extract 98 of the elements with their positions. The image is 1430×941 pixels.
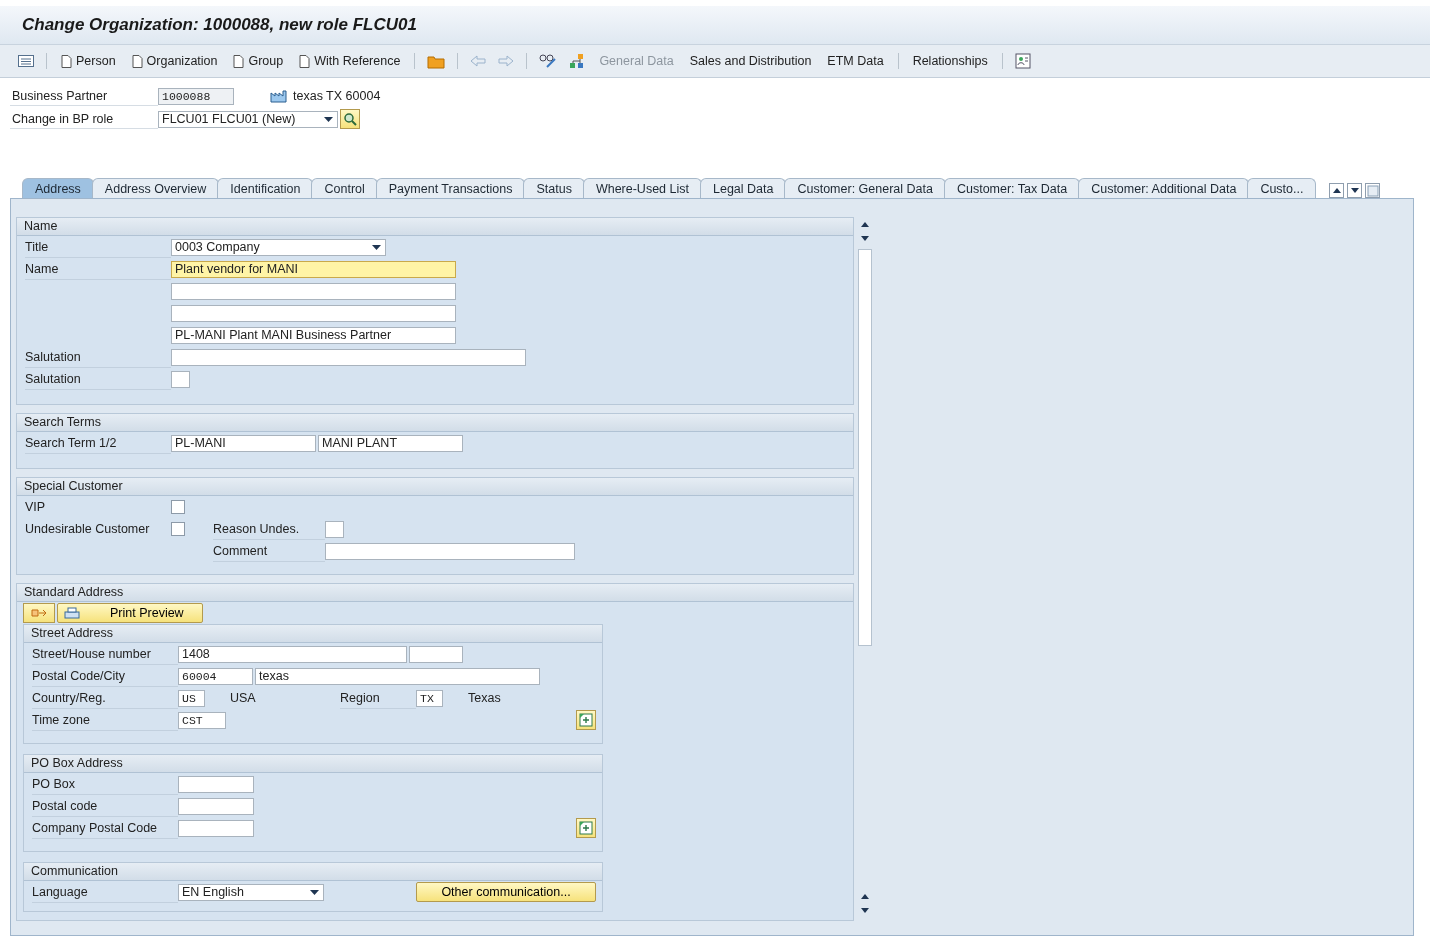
language-dropdown[interactable]: EN English	[178, 883, 324, 901]
up-triangle-icon	[861, 893, 869, 899]
field-label: Undesirable Customer	[25, 522, 151, 536]
input-field[interactable]	[171, 304, 456, 322]
group-title: Street Address	[24, 625, 602, 643]
expand-button[interactable]	[576, 710, 596, 730]
input-field[interactable]: 1000088	[158, 87, 234, 105]
field-label: Title	[25, 236, 171, 258]
field-label: Change in BP role	[10, 109, 158, 129]
input-field[interactable]	[171, 370, 190, 388]
scrollbar-thumb[interactable]	[858, 249, 872, 646]
tab[interactable]: Payment Transactions	[375, 178, 526, 198]
input-field[interactable]: MANI PLANT	[318, 434, 463, 452]
group-title: PO Box Address	[24, 755, 602, 773]
transfer-button[interactable]	[23, 603, 55, 623]
field-label: VIP	[25, 500, 47, 514]
input-field[interactable]: 60004	[178, 667, 253, 685]
factory-icon	[270, 89, 287, 103]
field-label: Name	[25, 258, 171, 280]
field-label: PO Box	[32, 773, 178, 795]
input-field[interactable]: 1408	[178, 645, 407, 663]
field-label: Postal Code/City	[32, 665, 178, 687]
nav-button[interactable]: Relationships	[906, 51, 994, 71]
tab[interactable]: Status	[523, 178, 585, 198]
tab[interactable]: Customer: Tax Data	[943, 178, 1081, 198]
field-label: Postal code	[32, 795, 178, 817]
input-field[interactable]	[409, 645, 463, 663]
tab[interactable]: Customer: Additional Data	[1078, 178, 1250, 198]
input-field[interactable]	[178, 775, 254, 793]
tab[interactable]: Control	[311, 178, 378, 198]
input-field[interactable]	[325, 542, 575, 560]
document-icon	[233, 54, 245, 68]
dropdown-caret-icon	[372, 244, 381, 250]
title-dropdown[interactable]: 0003 Company	[171, 238, 386, 256]
tab[interactable]: Custo...	[1247, 178, 1317, 198]
role-dropdown[interactable]: FLCU01 FLCU01 (New)	[158, 110, 338, 128]
group-title: Standard Address	[17, 584, 853, 602]
tab-scroll-right-button[interactable]	[1347, 183, 1363, 198]
expand-button[interactable]	[576, 818, 596, 838]
create-button[interactable]: Person	[55, 51, 122, 71]
document-icon	[131, 54, 143, 68]
print-preview-button[interactable]: Print Preview	[57, 603, 203, 623]
tab[interactable]: Address	[22, 178, 94, 198]
input-field[interactable]	[178, 797, 254, 815]
down-triangle-icon	[1350, 188, 1359, 193]
window-title: Change Organization: 1000088, new role FLCU01	[22, 15, 417, 35]
field-label: Language	[32, 881, 178, 903]
dropdown-caret-icon	[324, 116, 333, 122]
input-field[interactable]: Plant vendor for MANI	[171, 260, 456, 278]
input-field[interactable]	[325, 520, 344, 538]
input-field[interactable]: PL-MANI	[171, 434, 316, 452]
checkbox[interactable]	[171, 522, 185, 536]
input-field[interactable]: CST	[178, 711, 226, 729]
printer-icon	[64, 606, 80, 620]
input-field[interactable]: texas	[255, 667, 540, 685]
field-label: Salutation	[25, 368, 171, 390]
down-triangle-icon	[861, 235, 869, 241]
address-text: texas TX 60004	[293, 89, 381, 103]
other-communication-button[interactable]: Other communication...	[416, 882, 596, 902]
field-label: Time zone	[32, 709, 178, 731]
input-field[interactable]	[171, 348, 526, 366]
input-field[interactable]	[171, 282, 456, 300]
input-field[interactable]: PL-MANI Plant MANI Business Partner	[171, 326, 456, 344]
tab[interactable]: Identification	[217, 178, 314, 198]
down-triangle-icon	[861, 907, 869, 913]
country-name: USA	[230, 691, 257, 705]
tab-scroll-left-button[interactable]	[1329, 183, 1345, 198]
search-button[interactable]	[340, 109, 360, 129]
input-field[interactable]: US	[178, 689, 205, 707]
up-triangle-icon	[1332, 188, 1341, 193]
nav-button[interactable]: Sales and Distribution	[683, 51, 818, 71]
document-icon	[299, 54, 311, 68]
field-label: Salutation	[25, 346, 171, 368]
tab[interactable]: Address Overview	[91, 178, 220, 198]
checkbox[interactable]	[171, 500, 185, 514]
group-title: Communication	[24, 863, 602, 881]
group-title: Name	[17, 218, 853, 236]
group-title: Search Terms	[17, 414, 853, 432]
field-label: Street/House number	[32, 643, 178, 665]
field-label: Country/Reg.	[32, 687, 178, 709]
field-label: Company Postal Code	[32, 817, 178, 839]
region-name: Texas	[468, 691, 501, 705]
tab[interactable]: Where-Used List	[582, 178, 702, 198]
input-field[interactable]: TX	[416, 689, 443, 707]
create-button[interactable]: With Reference	[293, 51, 407, 71]
input-field[interactable]	[178, 819, 254, 837]
dropdown-caret-icon	[310, 889, 319, 895]
create-button[interactable]: Organization	[125, 51, 224, 71]
nav-button[interactable]: ETM Data	[821, 51, 890, 71]
up-triangle-icon	[861, 221, 869, 227]
field-label: Business Partner	[10, 86, 158, 106]
tab[interactable]: Legal Data	[700, 178, 787, 198]
arrow-export-icon	[31, 607, 47, 619]
field-label: Search Term 1/2	[25, 432, 171, 454]
group-title: Special Customer	[17, 478, 853, 496]
create-button[interactable]: Group	[227, 51, 290, 71]
tab[interactable]: Customer: General Data	[784, 178, 946, 198]
document-icon	[61, 54, 72, 68]
